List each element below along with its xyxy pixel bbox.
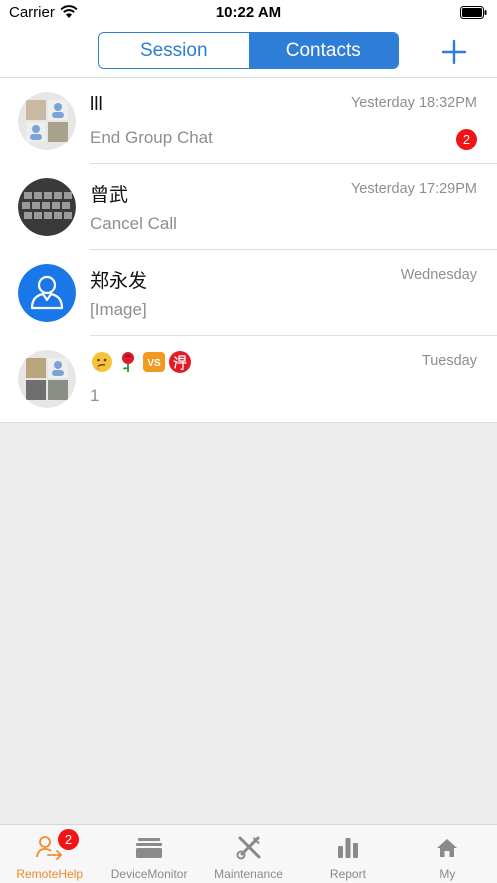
conversation-time: Yesterday 17:29PM [350, 181, 477, 197]
conversation-row[interactable]: VS Tuesday 1 [0, 336, 497, 422]
tools-icon [236, 836, 261, 860]
tab-bar: 2 RemoteHelp DeviceMonitor Maintenance R… [0, 824, 497, 883]
rose-icon [122, 352, 134, 372]
conversation-time: Yesterday 18:32PM [350, 95, 477, 111]
de-ideograph-icon [169, 351, 191, 373]
conversation-last-message: [Image] [90, 300, 147, 319]
segment-session[interactable]: Session [99, 33, 249, 68]
unread-badge: 2 [456, 129, 477, 150]
bar-chart-icon [337, 838, 358, 858]
battery-icon [460, 6, 487, 19]
device-monitor-icon [136, 838, 163, 858]
tab-label: RemoteHelp [16, 867, 84, 881]
tab-label: Report [329, 867, 366, 881]
tab-label: Maintenance [214, 867, 283, 881]
conversation-last-message: 1 [90, 386, 100, 405]
segment-contacts[interactable]: Contacts [248, 33, 398, 68]
tab-remote-help[interactable]: 2 RemoteHelp [0, 825, 99, 883]
thinking-face-icon [92, 352, 112, 372]
conversation-name-emojis: VS [90, 350, 192, 374]
status-bar: Carrier 10:22 AM [0, 0, 497, 26]
tab-device-monitor[interactable]: DeviceMonitor [99, 825, 198, 883]
conversation-time: Wednesday [400, 267, 477, 283]
default-person-avatar-icon [18, 264, 76, 322]
keyboard-photo-avatar-icon [18, 178, 76, 236]
group-avatar-icon [18, 92, 76, 150]
conversation-last-message: End Group Chat [90, 128, 213, 147]
tab-maintenance[interactable]: Maintenance [199, 825, 298, 883]
tab-label: DeviceMonitor [110, 867, 188, 881]
conversation-row[interactable]: 郑永发 Wednesday [Image] [0, 250, 497, 336]
nav-bar: Session Contacts [0, 26, 497, 78]
conversation-name: 曾武 [90, 185, 129, 206]
conversation-last-message: Cancel Call [90, 214, 177, 233]
conversation-row[interactable]: 曾武 Yesterday 17:29PM Cancel Call [0, 164, 497, 250]
plus-icon[interactable] [440, 38, 468, 66]
home-icon [437, 839, 458, 857]
conversation-name: lll [90, 94, 103, 115]
tab-report[interactable]: Report [298, 825, 397, 883]
conversation-time: Tuesday [421, 353, 477, 369]
conversation-row[interactable]: lll Yesterday 18:32PM End Group Chat 2 [0, 78, 497, 164]
conversation-list: lll Yesterday 18:32PM End Group Chat 2 曾… [0, 78, 497, 423]
group-avatar-icon [18, 350, 76, 408]
conversation-name: 郑永发 [90, 271, 148, 292]
vs-icon: VS [143, 352, 165, 372]
svg-text:VS: VS [147, 358, 161, 369]
session-contacts-segmented-control: Session Contacts [98, 32, 399, 69]
tab-label: My [439, 867, 456, 881]
tab-unread-badge: 2 [58, 829, 79, 850]
tab-my[interactable]: My [398, 825, 497, 883]
status-time: 10:22 AM [215, 4, 282, 21]
